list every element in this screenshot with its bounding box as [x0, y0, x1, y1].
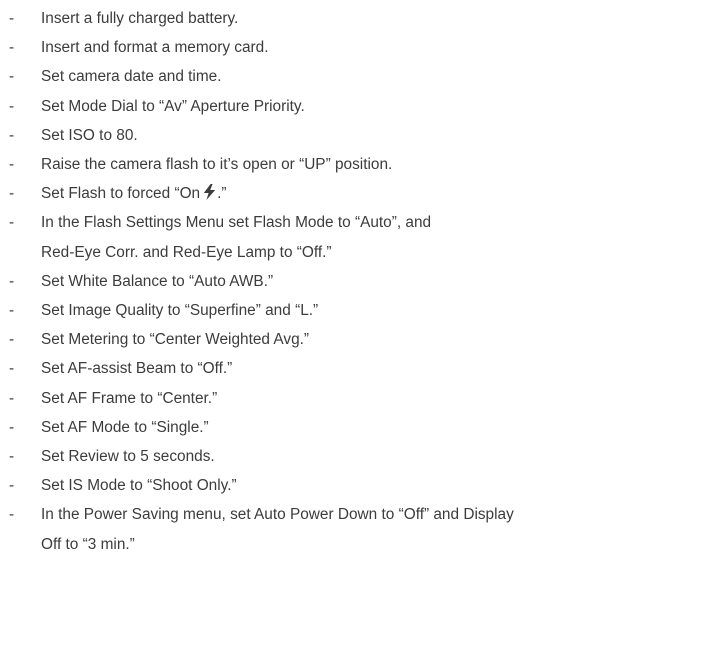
item-text: Set Metering to “Center Weighted Avg.” [41, 331, 310, 349]
item-text: Set AF Mode to “Single.” [41, 418, 209, 436]
bullet-dash: - [9, 302, 15, 320]
list-item: - Insert a fully charged battery. [0, 4, 706, 33]
item-text: Insert a fully charged battery. [41, 10, 239, 27]
bullet-dash: - [9, 418, 15, 436]
list-item: - Insert and format a memory card. [0, 33, 706, 62]
bullet-dash: - [9, 389, 15, 407]
setup-checklist-page: - Insert a fully charged battery. - Inse… [0, 0, 706, 648]
list-item: - Set AF-assist Beam to “Off.” [0, 354, 706, 383]
list-item: - Set Image Quality to “Superfine” and “… [0, 296, 706, 325]
item-text-after-icon: .” [217, 185, 227, 203]
bullet-dash: - [9, 360, 15, 378]
item-text-continuation: Off to “3 min.” [41, 535, 135, 553]
bullet-dash: - [9, 331, 15, 349]
item-text: Set White Balance to “Auto AWB.” [41, 272, 274, 290]
camera-setup-checklist: - Insert a fully charged battery. - Inse… [0, 4, 706, 559]
flash-bolt-icon [203, 184, 216, 201]
item-text: In the Power Saving menu, set Auto Power… [41, 506, 514, 524]
bullet-dash: - [9, 272, 15, 290]
item-text: Set ISO to 80. [41, 126, 138, 144]
item-text: Raise the camera flash to it’s open or “… [41, 156, 393, 174]
item-text: Insert and format a memory card. [41, 39, 269, 57]
list-item: - Set Metering to “Center Weighted Avg.” [0, 325, 706, 354]
item-text: Set camera date and time. [41, 68, 222, 86]
list-item: - Set Review to 5 seconds. [0, 442, 706, 471]
bullet-dash: - [9, 126, 15, 144]
list-item: - Set ISO to 80. [0, 121, 706, 150]
list-item: - Set AF Frame to “Center.” [0, 384, 706, 413]
bullet-dash: - [9, 214, 15, 232]
bullet-dash: - [9, 185, 15, 203]
list-item: - In the Flash Settings Menu set Flash M… [0, 208, 706, 266]
list-item: - Raise the camera flash to it’s open or… [0, 150, 706, 179]
item-text-continuation: Red-Eye Corr. and Red-Eye Lamp to “Off.” [41, 243, 332, 261]
item-text: Set Review to 5 seconds. [41, 448, 215, 466]
list-item: - In the Power Saving menu, set Auto Pow… [0, 500, 706, 558]
bullet-dash: - [9, 477, 15, 495]
list-item: - Set AF Mode to “Single.” [0, 413, 706, 442]
item-text: Set Mode Dial to “Av” Aperture Priority. [41, 97, 305, 115]
list-item: - Set Mode Dial to “Av” Aperture Priorit… [0, 92, 706, 121]
bullet-dash: - [9, 156, 15, 174]
item-text: Set AF Frame to “Center.” [41, 389, 218, 407]
bullet-dash: - [9, 10, 15, 27]
list-item: - Set camera date and time. [0, 62, 706, 91]
bullet-dash: - [9, 39, 15, 57]
list-item: - Set Flash to forced “On .” [0, 179, 706, 208]
list-item: - Set White Balance to “Auto AWB.” [0, 267, 706, 296]
bullet-dash: - [9, 97, 15, 115]
bullet-dash: - [9, 68, 15, 86]
bullet-dash: - [9, 506, 15, 524]
item-text: Set IS Mode to “Shoot Only.” [41, 477, 237, 495]
bullet-dash: - [9, 448, 15, 466]
item-text: Set Image Quality to “Superfine” and “L.… [41, 302, 319, 320]
item-text: Set AF-assist Beam to “Off.” [41, 360, 233, 378]
list-item: - Set IS Mode to “Shoot Only.” [0, 471, 706, 500]
item-text: In the Flash Settings Menu set Flash Mod… [41, 214, 432, 232]
item-text-before-icon: Set Flash to forced “On [41, 185, 201, 203]
